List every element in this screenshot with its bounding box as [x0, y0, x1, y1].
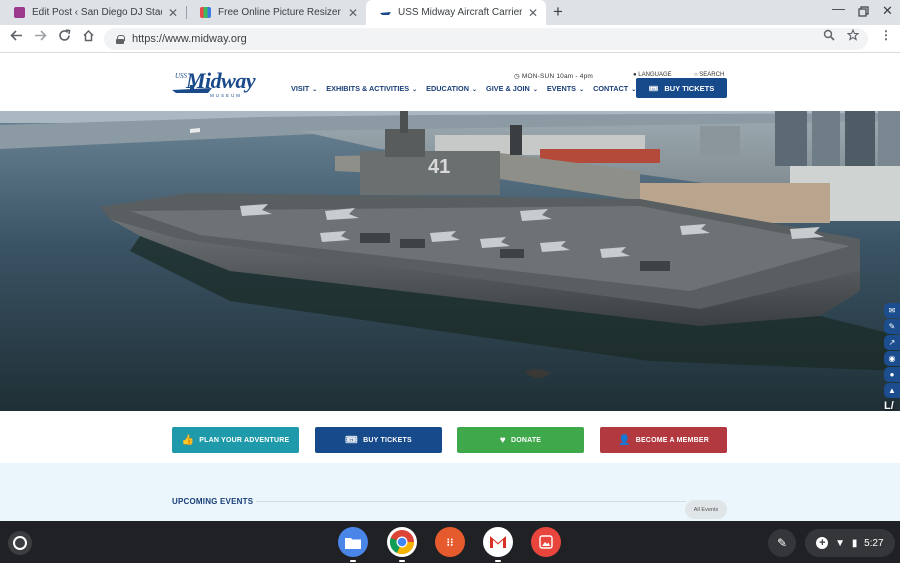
tab-uss-midway[interactable]: USS Midway Aircraft Carrier | San ✕	[366, 0, 546, 25]
logo-museum: MUSEUM	[210, 93, 242, 98]
new-tab-button[interactable]: +	[553, 2, 563, 22]
menu-kebab-icon[interactable]: ⋮	[880, 28, 892, 42]
chevron-down-icon: ⌄	[412, 87, 418, 93]
carrier-favicon-icon	[380, 7, 391, 18]
buy-tickets-label: BUY TICKETS	[664, 83, 715, 93]
url-text[interactable]: https://www.midway.org	[132, 33, 247, 45]
close-tab-icon[interactable]: ✕	[168, 6, 178, 20]
chromeos-shelf: ⁝⁝ ✎ + ▼ ▮ 5:27	[0, 521, 900, 563]
close-tab-icon[interactable]: ✕	[348, 6, 358, 20]
sms-icon[interactable]: ✉	[884, 303, 900, 318]
running-indicator	[399, 560, 405, 562]
main-navigation: VISIT ⌄ EXHIBITS & ACTIVITIES ⌄ EDUCATION ⌄…	[291, 84, 636, 93]
plan-adventure-button[interactable]: 👍 PLAN YOUR ADVENTURE	[172, 427, 299, 453]
todoist-app-icon[interactable]: ⁝⁝	[435, 527, 465, 557]
browser-toolbar: https://www.midway.org ⋮	[0, 25, 900, 53]
clock-icon: ◷	[514, 73, 520, 80]
hours-info: ◷ MON-SUN 10am - 4pm	[514, 72, 593, 80]
thumbs-up-icon: 👍	[181, 434, 195, 446]
battery-icon: ▮	[851, 537, 858, 549]
running-indicator	[495, 560, 501, 562]
cta-label: BECOME A MEMBER	[635, 436, 709, 444]
accessibility-side-widget[interactable]: ✉ ✎ ↗ ◉ ● ▲ L/ Me	[884, 303, 900, 411]
become-member-button[interactable]: 👤 BECOME A MEMBER	[600, 427, 727, 453]
ticket-icon: 🎟	[345, 434, 359, 446]
tab-edit-post[interactable]: Edit Post ‹ San Diego DJ Staci the ✕	[0, 0, 186, 25]
ticket-icon: 🎟	[648, 83, 659, 93]
share-icon[interactable]: ↗	[884, 335, 900, 350]
tab-title: Edit Post ‹ San Diego DJ Staci the	[32, 7, 162, 18]
lock-icon[interactable]	[116, 34, 125, 44]
clock-time: 5:27	[864, 537, 884, 549]
nav-events[interactable]: EVENTS ⌄	[547, 84, 584, 93]
cta-label: BUY TICKETS	[363, 436, 412, 444]
header-buy-tickets-button[interactable]: 🎟 BUY TICKETS	[636, 78, 727, 98]
hours-text: MON-SUN 10am - 4pm	[521, 73, 594, 80]
midway-logo[interactable]: USS Midway MUSEUM	[172, 68, 268, 100]
divider	[256, 501, 686, 502]
site-header: USS Midway MUSEUM ◷ MON-SUN 10am - 4pm ●…	[0, 54, 900, 111]
side-widget-label: L/ Me	[884, 400, 894, 412]
upcoming-events-section: UPCOMING EVENTS All Events	[0, 463, 900, 521]
nav-contact[interactable]: CONTACT ⌄	[593, 84, 636, 93]
tab-picture-resizer[interactable]: Free Online Picture Resizer - Crop ✕	[186, 0, 366, 25]
all-events-button[interactable]: All Events	[685, 500, 727, 519]
carrier-silhouette-icon	[172, 85, 212, 93]
forward-icon[interactable]	[34, 29, 47, 46]
cta-label: PLAN YOUR ADVENTURE	[199, 436, 290, 444]
heart-icon: ♥	[499, 434, 506, 446]
ticket-icon[interactable]: ▲	[884, 383, 900, 398]
nav-exhibits-activities[interactable]: EXHIBITS & ACTIVITIES ⌄	[326, 84, 417, 93]
close-tab-icon[interactable]: ✕	[528, 6, 538, 20]
edit-icon[interactable]: ✎	[884, 319, 900, 334]
nav-give-join[interactable]: GIVE & JOIN ⌄	[486, 84, 538, 93]
home-icon[interactable]	[82, 29, 95, 46]
svg-text:41: 41	[428, 156, 450, 178]
globe-icon: ●	[633, 72, 637, 78]
tab-title: Free Online Picture Resizer - Crop	[218, 7, 342, 18]
reload-icon[interactable]	[58, 29, 71, 46]
wordpress-favicon-icon	[14, 7, 25, 18]
launcher-icon[interactable]	[8, 531, 32, 555]
upcoming-events-heading: UPCOMING EVENTS	[172, 497, 254, 506]
address-bar[interactable]: https://www.midway.org	[104, 28, 868, 50]
carrier-aerial-photo: 41	[0, 111, 900, 411]
cta-label: DONATE	[510, 436, 542, 444]
close-window-icon[interactable]: ✕	[882, 3, 893, 19]
chat-icon[interactable]: ●	[884, 367, 900, 382]
chrome-app-icon[interactable]	[387, 527, 417, 562]
person-icon: 👤	[618, 434, 631, 446]
browser-tab-strip: Edit Post ‹ San Diego DJ Staci the ✕ Fre…	[0, 0, 900, 25]
chevron-down-icon: ⌄	[312, 87, 318, 93]
chevron-down-icon: ⌄	[579, 87, 585, 93]
restore-icon[interactable]	[858, 5, 869, 20]
gmail-app-icon[interactable]	[483, 527, 513, 562]
nav-education[interactable]: EDUCATION ⌄	[426, 84, 477, 93]
grid-favicon-icon	[200, 7, 211, 18]
minimize-icon[interactable]: —	[832, 1, 845, 16]
camera-icon[interactable]: ◉	[884, 351, 900, 366]
donate-button[interactable]: ♥ DONATE	[457, 427, 584, 453]
tab-title: USS Midway Aircraft Carrier | San	[398, 7, 522, 18]
gallery-app-icon[interactable]	[531, 527, 561, 557]
chevron-down-icon: ⌄	[472, 87, 478, 93]
bookmark-star-icon[interactable]	[846, 28, 860, 44]
back-icon[interactable]	[10, 29, 23, 46]
chevron-down-icon: ⌄	[532, 87, 538, 93]
files-app-icon[interactable]	[338, 527, 368, 562]
add-icon: +	[816, 537, 829, 549]
cta-row: 👍 PLAN YOUR ADVENTURE 🎟 BUY TICKETS ♥ DO…	[0, 411, 900, 463]
running-indicator	[350, 560, 356, 562]
stylus-tools-icon[interactable]: ✎	[768, 529, 796, 557]
zoom-icon[interactable]	[823, 29, 835, 44]
status-tray[interactable]: + ▼ ▮ 5:27	[805, 529, 895, 557]
buy-tickets-button[interactable]: 🎟 BUY TICKETS	[315, 427, 442, 453]
wifi-icon: ▼	[835, 537, 846, 549]
hero-image-aircraft-carrier: 41 ✉ ✎ ↗ ◉ ● ▲ L/	[0, 111, 900, 411]
nav-visit[interactable]: VISIT ⌄	[291, 84, 317, 93]
